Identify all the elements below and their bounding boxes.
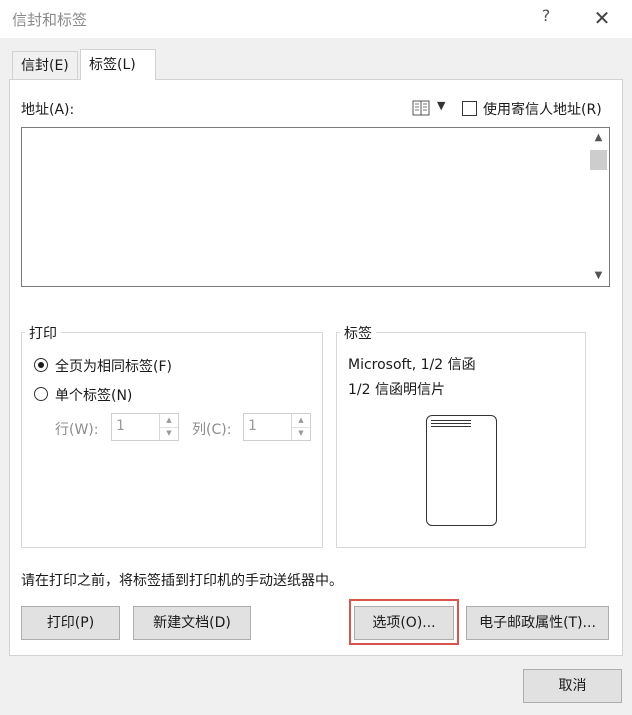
- single-label-label[interactable]: 单个标签(N): [55, 385, 132, 405]
- instruction-text: 请在打印之前，将标签插到打印机的手动送纸器中。: [21, 573, 343, 589]
- print-group-title: 打印: [25, 323, 61, 343]
- options-highlight: [349, 599, 459, 645]
- help-button[interactable]: ?: [536, 6, 556, 30]
- column-spinner[interactable]: 1 ▲ ▼: [243, 413, 311, 441]
- row-label: 行(W):: [55, 422, 99, 438]
- address-scrollbar[interactable]: ▲ ▼: [588, 128, 609, 286]
- label-preview-image[interactable]: [426, 415, 497, 526]
- postage-properties-button[interactable]: 电子邮政属性(T)...: [466, 606, 609, 640]
- preview-line: [431, 423, 471, 424]
- scroll-thumb[interactable]: [590, 150, 607, 170]
- close-button[interactable]: ✕: [588, 3, 616, 33]
- preview-line: [431, 426, 471, 427]
- tab-envelopes[interactable]: 信封(E): [12, 51, 78, 80]
- radio-selected-dot: [38, 362, 44, 368]
- use-return-address-checkbox[interactable]: [462, 101, 477, 116]
- row-spin-buttons[interactable]: ▲ ▼: [159, 414, 178, 440]
- row-spinner[interactable]: 1 ▲ ▼: [111, 413, 179, 441]
- column-down-icon[interactable]: ▼: [292, 427, 310, 440]
- column-value: 1: [248, 418, 257, 434]
- label-product-text: 1/2 信函明信片: [348, 382, 445, 398]
- address-book-dropdown-icon[interactable]: ▼: [437, 99, 445, 112]
- full-page-label[interactable]: 全页为相同标签(F): [55, 356, 172, 376]
- single-label-radio[interactable]: [34, 387, 48, 401]
- full-page-radio[interactable]: [34, 358, 48, 372]
- row-value: 1: [116, 418, 125, 434]
- column-label: 列(C):: [192, 422, 232, 438]
- address-label: 地址(A):: [21, 102, 75, 118]
- tab-labels[interactable]: 标签(L): [80, 49, 156, 80]
- cancel-button[interactable]: 取消: [523, 669, 622, 703]
- column-up-icon[interactable]: ▲: [292, 414, 310, 428]
- column-spin-buttons[interactable]: ▲ ▼: [291, 414, 310, 440]
- preview-line: [431, 420, 471, 421]
- address-textarea[interactable]: [21, 127, 610, 287]
- address-book-icon[interactable]: [412, 100, 430, 116]
- use-return-address-label[interactable]: 使用寄信人地址(R): [483, 99, 602, 119]
- window-title: 信封和标签: [12, 11, 88, 29]
- row-down-icon[interactable]: ▼: [160, 427, 178, 440]
- print-button[interactable]: 打印(P): [21, 606, 120, 640]
- scroll-up-icon[interactable]: ▲: [588, 128, 609, 148]
- label-group-title: 标签: [340, 323, 376, 343]
- label-vendor-text: Microsoft, 1/2 信函: [348, 357, 476, 373]
- row-up-icon[interactable]: ▲: [160, 414, 178, 428]
- scroll-down-icon[interactable]: ▼: [588, 266, 609, 286]
- new-document-button[interactable]: 新建文档(D): [133, 606, 251, 640]
